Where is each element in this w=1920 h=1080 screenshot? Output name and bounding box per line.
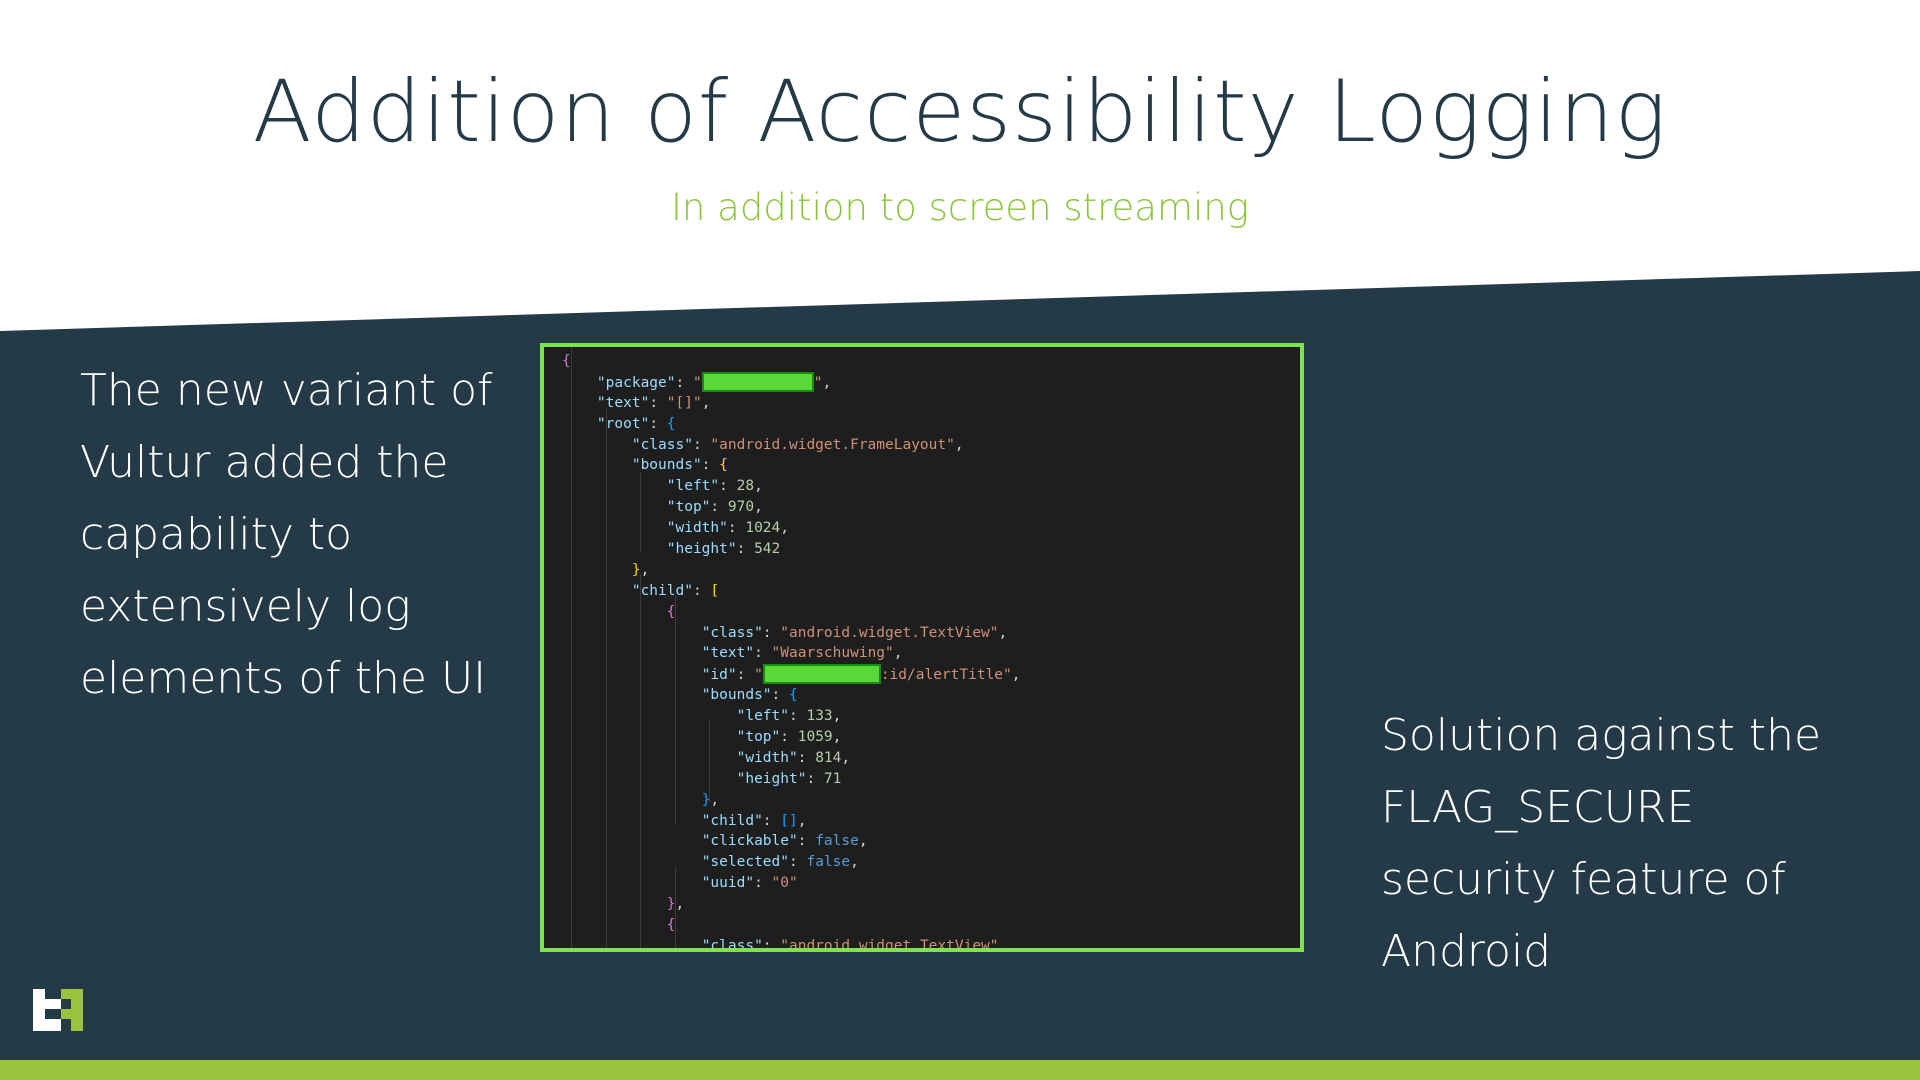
code-string: "android.widget.FrameLayout" xyxy=(710,436,955,453)
code-number: 814 xyxy=(815,749,842,766)
code-string: "android.widget.TextView" xyxy=(780,937,999,952)
code-key: "text" xyxy=(596,394,650,411)
left-text-line: capability to xyxy=(80,509,353,560)
code-key: "class" xyxy=(701,937,763,952)
code-boolean: false xyxy=(806,854,851,871)
code-key: "width" xyxy=(666,520,728,537)
code-string: "android.widget.TextView" xyxy=(780,624,999,641)
footer-accent-bar xyxy=(0,1060,1920,1080)
left-text-line: Vultur added the xyxy=(80,437,449,488)
left-description: The new variant of Vultur added the capa… xyxy=(80,355,500,715)
code-boolean: false xyxy=(815,833,859,850)
code-key: "id" xyxy=(701,667,737,684)
right-description: Solution against the FLAG_SECURE securit… xyxy=(1381,700,1901,988)
redaction-box xyxy=(762,664,881,685)
code-key: "package" xyxy=(596,374,676,391)
code-key: "selected" xyxy=(701,854,789,871)
code-key: "uuid" xyxy=(701,875,755,892)
company-logo-icon xyxy=(33,989,85,1031)
left-text-line: extensively log xyxy=(80,581,411,632)
code-key: "width" xyxy=(736,749,798,766)
code-key: "top" xyxy=(736,729,781,746)
code-key: "clickable" xyxy=(701,833,798,850)
code-number: 1024 xyxy=(745,520,781,537)
code-key: "text" xyxy=(701,645,755,662)
code-key: "class" xyxy=(631,436,693,453)
right-text-line: Android xyxy=(1381,926,1552,977)
left-text-line: elements of the UI xyxy=(80,653,487,704)
code-key: "height" xyxy=(736,770,807,787)
code-number: 970 xyxy=(727,499,755,516)
code-key: "bounds" xyxy=(701,687,772,704)
code-screenshot: { "package": " ", "text": "[]", "root": {… xyxy=(540,343,1304,952)
redaction-box xyxy=(701,371,814,392)
code-number: 71 xyxy=(823,770,842,787)
code-string: "[]" xyxy=(666,394,702,411)
code-array: [] xyxy=(780,812,798,829)
slide-title: Addition of Accessibility Logging xyxy=(252,62,1668,162)
code-key: "height" xyxy=(666,541,737,558)
right-text-line: Solution against the xyxy=(1381,710,1822,761)
code-key: "child" xyxy=(701,812,763,829)
code-number: 1059 xyxy=(797,729,833,746)
code-string: :id/alertTitle" xyxy=(880,667,1012,684)
code-key: "bounds" xyxy=(631,457,702,474)
json-code: { "package": " ", "text": "[]", "root": {… xyxy=(562,353,1021,952)
left-text-line: The new variant of xyxy=(80,365,493,416)
code-number: 542 xyxy=(754,541,781,558)
code-key: "child" xyxy=(631,582,693,599)
code-key: "top" xyxy=(666,499,711,516)
code-string: "Waarschuwing" xyxy=(771,645,894,662)
right-text-line: FLAG_SECURE xyxy=(1381,782,1695,833)
code-string: "0" xyxy=(771,875,798,892)
right-text-line: security feature of xyxy=(1381,854,1786,905)
code-key: "root" xyxy=(596,415,650,432)
code-key: "left" xyxy=(666,478,720,495)
code-key: "class" xyxy=(701,624,763,641)
code-number: 28 xyxy=(736,478,755,495)
code-key: "left" xyxy=(736,708,789,725)
slide-subtitle: In addition to screen streaming xyxy=(671,186,1249,229)
code-number: 133 xyxy=(806,708,833,725)
